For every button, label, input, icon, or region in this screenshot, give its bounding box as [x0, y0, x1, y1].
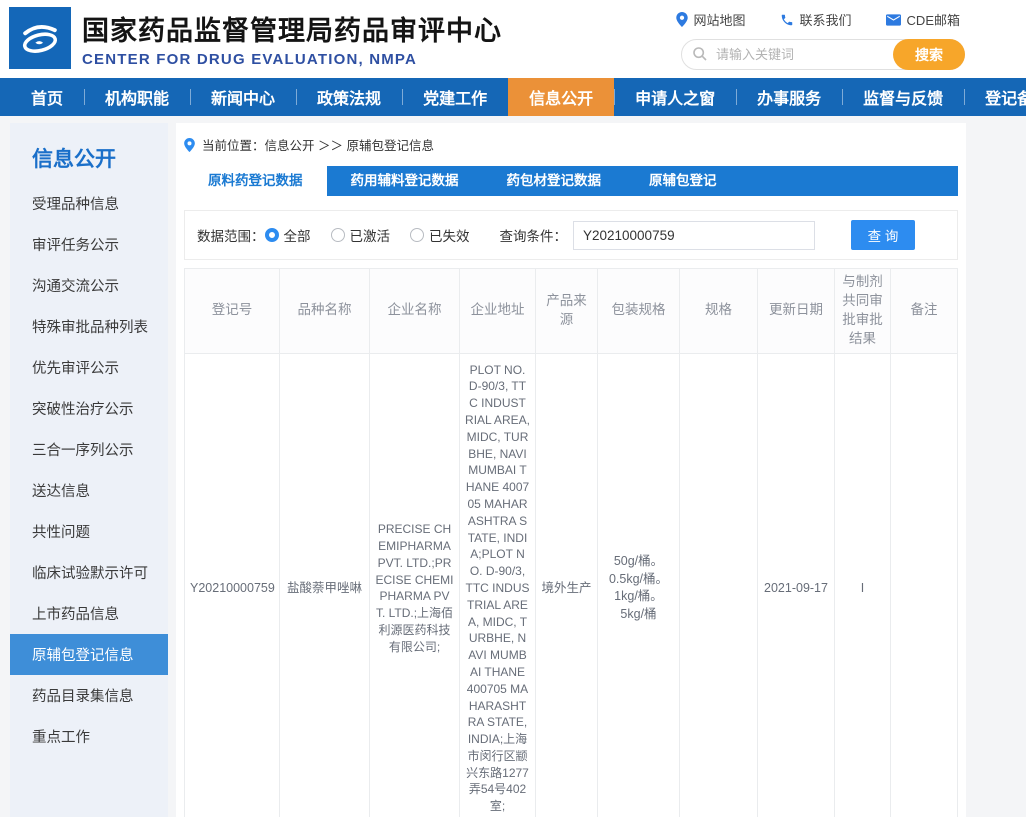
cell-packaging-spec: 50g/桶。0.5kg/桶。1kg/桶。5kg/桶	[598, 353, 680, 817]
sidebar-item-common-issues[interactable]: 共性问题	[10, 511, 168, 552]
cde-mail-link-label: CDE邮箱	[907, 10, 960, 29]
col-remarks: 备注	[891, 269, 958, 354]
site-subtitle: CENTER FOR DRUG EVALUATION, NMPA	[82, 51, 502, 68]
sidebar-item-review-tasks[interactable]: 审评任务公示	[10, 224, 168, 265]
sidebar-item-marketed-drugs[interactable]: 上市药品信息	[10, 593, 168, 634]
nav-item-services[interactable]: 办事服务	[736, 78, 842, 116]
sidebar-item-key-work[interactable]: 重点工作	[10, 716, 168, 757]
main-nav: 首页 机构职能 新闻中心 政策法规 党建工作 信息公开 申请人之窗 办事服务 监…	[0, 78, 1026, 116]
breadcrumb-text: 当前位置：信息公开 ＞＞ 原辅包登记信息	[202, 135, 434, 154]
query-button[interactable]: 查 询	[851, 220, 915, 250]
tab-excipient-registration[interactable]: 药用辅料登记数据	[327, 166, 483, 196]
sidebar-item-three-in-one[interactable]: 三合一序列公示	[10, 429, 168, 470]
col-registration-no: 登记号	[185, 269, 280, 354]
cell-update-date: 2021-09-17	[758, 353, 835, 817]
cell-variety-name: 盐酸萘甲唑啉	[280, 353, 370, 817]
scope-label: 数据范围：	[197, 225, 265, 245]
table-header-row: 登记号 品种名称 企业名称 企业地址 产品来源 包装规格 规格 更新日期 与制剂…	[185, 269, 958, 354]
search-icon	[692, 46, 708, 62]
nav-item-info-disclosure[interactable]: 信息公开	[508, 78, 614, 116]
site-titles: 国家药品监督管理局药品审评中心 CENTER FOR DRUG EVALUATI…	[82, 9, 502, 68]
contact-link[interactable]: 联系我们	[780, 10, 852, 29]
nav-item-party[interactable]: 党建工作	[402, 78, 508, 116]
logo-swirl-icon	[15, 13, 65, 63]
radio-activated-label: 已激活	[350, 225, 391, 245]
col-company-name: 企业名称	[370, 269, 460, 354]
cell-registration-no: Y20210000759	[185, 353, 280, 817]
sidebar-item-drug-catalog[interactable]: 药品目录集信息	[10, 675, 168, 716]
filter-bar: 数据范围： 全部 已激活 已失效 查询条件： 查 询	[184, 210, 958, 260]
nav-item-applicant-window[interactable]: 申请人之窗	[614, 78, 736, 116]
sitemap-link[interactable]: 网站地图	[676, 10, 746, 29]
nav-item-news[interactable]: 新闻中心	[190, 78, 296, 116]
location-pin-icon	[676, 12, 688, 27]
sidebar-item-clinical-trial-permission[interactable]: 临床试验默示许可	[10, 552, 168, 593]
breadcrumb-pin-icon	[184, 138, 195, 152]
col-company-address: 企业地址	[460, 269, 536, 354]
sidebar-item-priority-review[interactable]: 优先审评公示	[10, 347, 168, 388]
col-spec: 规格	[680, 269, 758, 354]
sidebar-item-accepted-varieties[interactable]: 受理品种信息	[10, 183, 168, 224]
tab-bar: 原料药登记数据 药用辅料登记数据 药包材登记数据 原辅包登记	[184, 166, 958, 196]
sidebar-item-breakthrough-therapy[interactable]: 突破性治疗公示	[10, 388, 168, 429]
col-variety-name: 品种名称	[280, 269, 370, 354]
sidebar-item-communication[interactable]: 沟通交流公示	[10, 265, 168, 306]
table-row: Y20210000759 盐酸萘甲唑啉 PRECISE CHEMIPHARMA …	[185, 353, 958, 817]
site-header: 国家药品监督管理局药品审评中心 CENTER FOR DRUG EVALUATI…	[0, 0, 1026, 78]
cde-mail-link[interactable]: CDE邮箱	[886, 10, 960, 29]
cell-spec	[680, 353, 758, 817]
radio-expired-label: 已失效	[429, 225, 470, 245]
phone-icon	[780, 13, 794, 27]
header-quick-links: 网站地图 联系我们 CDE邮箱	[676, 10, 960, 29]
radio-activated[interactable]: 已激活	[331, 225, 391, 245]
radio-all-label: 全部	[284, 225, 311, 245]
breadcrumb: 当前位置：信息公开 ＞＞ 原辅包登记信息	[184, 133, 958, 166]
col-packaging-spec: 包装规格	[598, 269, 680, 354]
nav-item-policies[interactable]: 政策法规	[296, 78, 402, 116]
cell-remarks	[891, 353, 958, 817]
mail-icon	[886, 14, 901, 26]
nav-item-registration-platform[interactable]: 登记备案平台	[964, 78, 1026, 116]
tab-packaging-registration[interactable]: 药包材登记数据	[483, 166, 626, 196]
col-product-source: 产品来源	[536, 269, 598, 354]
nav-item-supervision[interactable]: 监督与反馈	[842, 78, 964, 116]
contact-link-label: 联系我们	[800, 10, 852, 29]
search-button[interactable]: 搜索	[893, 39, 965, 70]
nav-item-functions[interactable]: 机构职能	[84, 78, 190, 116]
tab-raw-material-registration[interactable]: 原辅包登记	[625, 166, 741, 196]
radio-activated-dot	[331, 228, 345, 242]
radio-all[interactable]: 全部	[265, 225, 311, 245]
sidebar-title: 信息公开	[10, 123, 168, 183]
nav-item-home[interactable]: 首页	[10, 78, 84, 116]
query-condition-label: 查询条件：	[500, 225, 568, 245]
sidebar: 信息公开 受理品种信息 审评任务公示 沟通交流公示 特殊审批品种列表 优先审评公…	[10, 123, 168, 817]
sidebar-item-delivery-info[interactable]: 送达信息	[10, 470, 168, 511]
query-condition-input[interactable]	[573, 221, 815, 250]
col-joint-approval-result: 与制剂共同审批审批结果	[835, 269, 891, 354]
cde-logo-icon[interactable]	[9, 7, 71, 69]
col-update-date: 更新日期	[758, 269, 835, 354]
main-content: 当前位置：信息公开 ＞＞ 原辅包登记信息 原料药登记数据 药用辅料登记数据 药包…	[176, 123, 966, 817]
site-title: 国家药品监督管理局药品审评中心	[82, 9, 502, 48]
cell-company-address: PLOT NO. D-90/3, TTC INDUSTRIAL AREA, MI…	[460, 353, 536, 817]
sidebar-item-special-approval[interactable]: 特殊审批品种列表	[10, 306, 168, 347]
header-searchbar: 搜索	[681, 39, 965, 70]
results-table: 登记号 品种名称 企业名称 企业地址 产品来源 包装规格 规格 更新日期 与制剂…	[184, 268, 958, 817]
page-body: 信息公开 受理品种信息 审评任务公示 沟通交流公示 特殊审批品种列表 优先审评公…	[0, 116, 1026, 817]
radio-expired-dot	[410, 228, 424, 242]
cell-product-source: 境外生产	[536, 353, 598, 817]
radio-expired[interactable]: 已失效	[410, 225, 470, 245]
sitemap-link-label: 网站地图	[694, 10, 746, 29]
tab-api-registration[interactable]: 原料药登记数据	[184, 166, 327, 196]
radio-all-dot	[265, 228, 279, 242]
sidebar-item-raw-material-registration[interactable]: 原辅包登记信息	[10, 634, 168, 675]
cell-company-name: PRECISE CHEMIPHARMA PVT. LTD.;PRECISE CH…	[370, 353, 460, 817]
cell-joint-approval-result: I	[835, 353, 891, 817]
